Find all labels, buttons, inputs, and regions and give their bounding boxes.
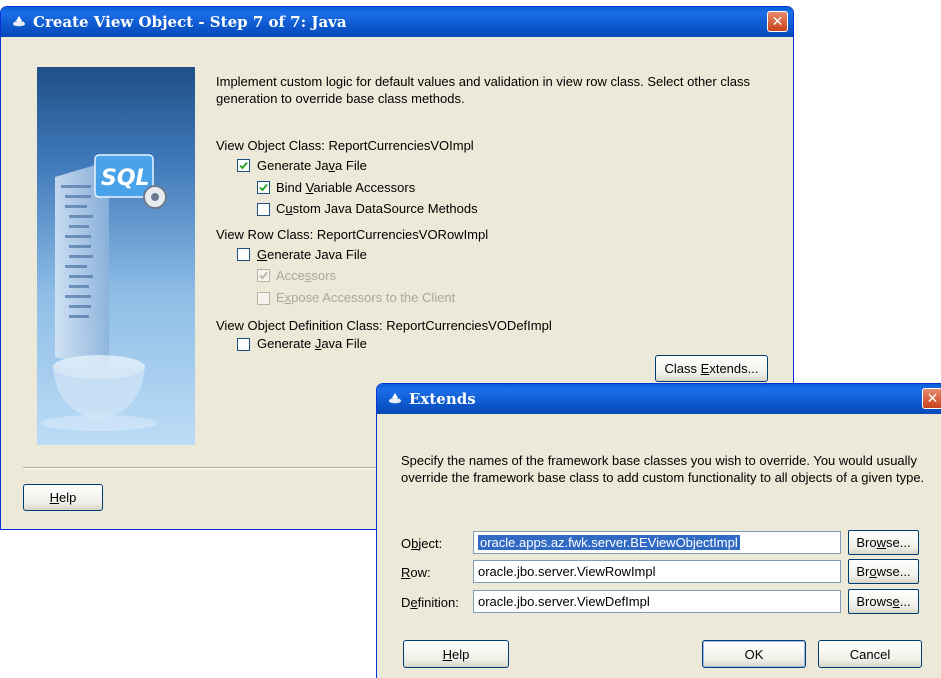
wizard-help-button[interactable]: Help	[23, 484, 103, 511]
definition-browse-label: Browse...	[856, 594, 911, 609]
vo-generate-java-checkbox[interactable]	[237, 159, 250, 172]
accessors-label: Accessors	[276, 268, 336, 283]
checkmark-icon	[259, 271, 268, 280]
ok-label: OK	[744, 646, 764, 662]
expose-accessors-label: Expose Accessors to the Client	[276, 290, 456, 305]
row-browse-label: Browse...	[856, 564, 911, 579]
class-extends-label: Class Extends...	[664, 361, 759, 376]
extends-close-button[interactable]: ✕	[922, 388, 941, 409]
row-class-label: View Row Class: ReportCurrenciesVORowImp…	[216, 227, 489, 242]
object-label: Object:	[401, 536, 443, 551]
definition-class-field[interactable]: oracle.jbo.server.ViewDefImpl	[473, 590, 841, 613]
wizard-side-illustration: SQL	[37, 67, 195, 445]
def-class-label: View Object Definition Class: ReportCurr…	[216, 318, 552, 333]
wizard-intro-text: Implement custom logic for default value…	[216, 74, 750, 106]
row-browse-button[interactable]: Browse...	[848, 559, 919, 584]
custom-datasource-methods-label: Custom Java DataSource Methods	[276, 201, 478, 216]
extends-title: Extends	[409, 390, 476, 408]
extends-help-button[interactable]: Help	[403, 640, 509, 668]
checkmark-icon	[259, 183, 268, 192]
vo-class-label: View Object Class: ReportCurrenciesVOImp…	[216, 138, 474, 153]
expose-accessors-checkbox	[257, 292, 270, 305]
vo-generate-java-label: Generate Java File	[257, 158, 367, 173]
definition-label: Definition:	[401, 595, 459, 610]
ok-button[interactable]: OK	[702, 640, 806, 668]
definition-class-value: oracle.jbo.server.ViewDefImpl	[478, 594, 650, 609]
svg-text:SQL: SQL	[101, 166, 150, 191]
object-browse-label: Browse...	[856, 535, 911, 550]
extends-help-label: Help	[442, 646, 470, 662]
definition-browse-button[interactable]: Browse...	[848, 589, 919, 614]
checkmark-icon	[239, 161, 248, 170]
accessors-checkbox	[257, 269, 270, 282]
row-class-value: oracle.jbo.server.ViewRowImpl	[478, 564, 656, 579]
object-class-field[interactable]: oracle.apps.az.fwk.server.BEViewObjectIm…	[473, 531, 841, 554]
def-generate-java-checkbox[interactable]	[237, 338, 250, 351]
close-icon: ✕	[771, 13, 784, 30]
extends-dialog: Extends ✕ Specify the names of the frame…	[376, 383, 941, 678]
wizard-help-label: Help	[49, 490, 77, 505]
wizard-title-bar[interactable]: Create View Object - Step 7 of 7: Java ✕	[1, 7, 793, 37]
row-generate-java-checkbox[interactable]	[237, 248, 250, 261]
wizard-close-button[interactable]: ✕	[767, 11, 788, 32]
class-extends-button[interactable]: Class Extends...	[655, 355, 768, 382]
bind-variable-accessors-checkbox[interactable]	[257, 181, 270, 194]
close-icon: ✕	[926, 390, 939, 407]
def-generate-java-label: Generate Java File	[257, 336, 367, 351]
row-class-field[interactable]: oracle.jbo.server.ViewRowImpl	[473, 560, 841, 583]
bind-variable-accessors-label: Bind Variable Accessors	[276, 180, 416, 195]
extends-title-bar[interactable]: Extends ✕	[377, 384, 941, 414]
extends-description: Specify the names of the framework base …	[401, 453, 925, 485]
custom-datasource-methods-checkbox[interactable]	[257, 203, 270, 216]
app-icon	[389, 393, 401, 404]
app-icon	[13, 16, 25, 27]
object-browse-button[interactable]: Browse...	[848, 530, 919, 555]
object-class-value: oracle.apps.az.fwk.server.BEViewObjectIm…	[478, 535, 740, 550]
wizard-title: Create View Object - Step 7 of 7: Java	[33, 13, 347, 31]
cancel-label: Cancel	[849, 646, 891, 662]
row-label: Row:	[401, 565, 431, 580]
row-generate-java-label: Generate Java File	[257, 247, 367, 262]
cancel-button[interactable]: Cancel	[818, 640, 922, 668]
